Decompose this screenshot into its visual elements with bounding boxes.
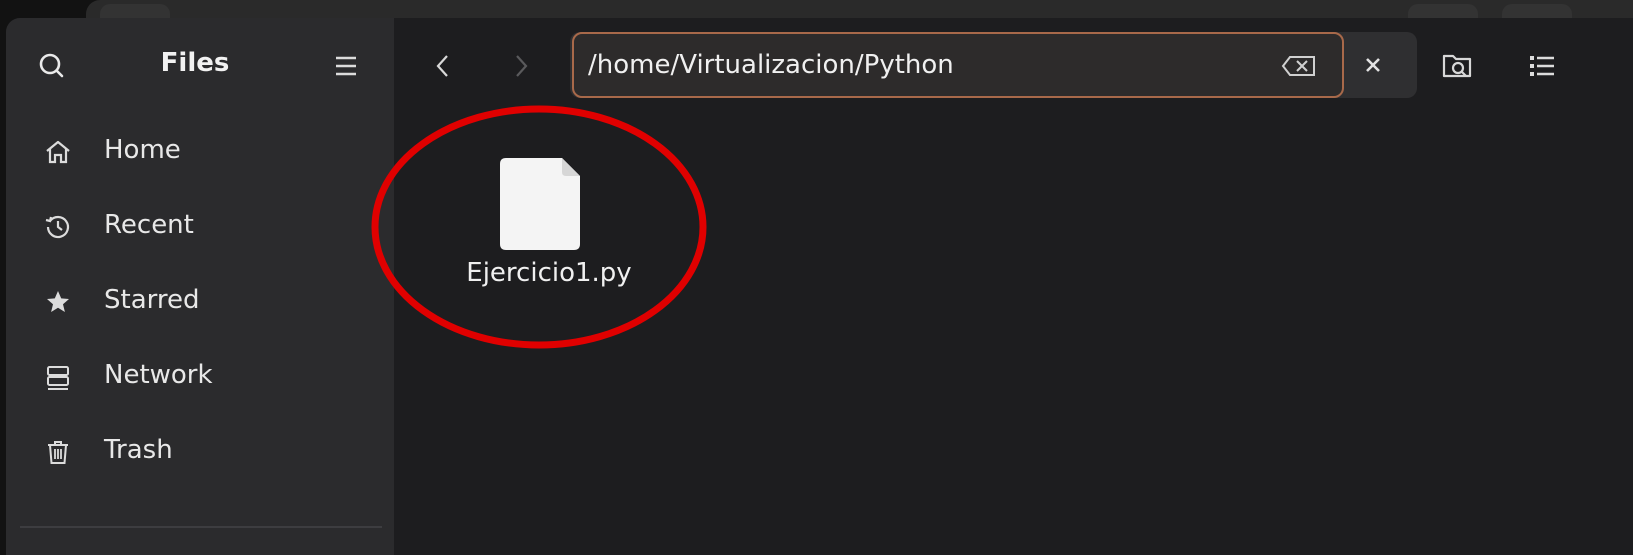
chevron-left-icon: [436, 55, 448, 77]
back-button[interactable]: [424, 44, 462, 88]
main-menu-button[interactable]: [324, 48, 368, 84]
sidebar-item-network[interactable]: Network: [20, 343, 382, 407]
star-icon: [44, 288, 72, 316]
list-view-icon: [1530, 56, 1554, 76]
location-bar: /home/Virtualizacion/Python: [570, 32, 1417, 98]
folder-search-icon: [1442, 54, 1472, 78]
sidebar-divider: [20, 526, 382, 528]
sidebar-header: Files: [6, 18, 394, 108]
view-options-button[interactable]: [1520, 46, 1564, 86]
clock-icon: [44, 213, 72, 241]
sidebar-item-label: Recent: [104, 210, 194, 240]
search-folder-button[interactable]: [1436, 44, 1480, 88]
backspace-icon: [1281, 56, 1315, 76]
hamburger-menu-icon: [336, 56, 356, 76]
sidebar-item-trash[interactable]: Trash: [20, 418, 382, 482]
network-icon: [44, 363, 72, 391]
forward-button[interactable]: [502, 44, 540, 88]
sidebar-item-recent[interactable]: Recent: [20, 193, 382, 257]
chevron-right-icon: [516, 55, 528, 77]
close-location-button[interactable]: [1348, 42, 1398, 88]
sidebar-item-label: Starred: [104, 285, 200, 315]
location-input-value: /home/Virtualizacion/Python: [588, 50, 954, 80]
search-button[interactable]: [30, 48, 74, 84]
clear-location-button[interactable]: [1280, 51, 1320, 81]
sidebar-item-label: Trash: [104, 435, 173, 465]
sidebar-item-label: Home: [104, 135, 181, 165]
trash-icon: [44, 438, 72, 466]
files-window: Files Home Recent Starred Network Trash …: [6, 18, 1633, 555]
sidebar: Files Home Recent Starred Network Trash: [6, 18, 394, 555]
search-icon: [39, 53, 64, 78]
close-icon: [1366, 58, 1380, 72]
home-icon: [44, 138, 72, 166]
sidebar-item-starred[interactable]: Starred: [20, 268, 382, 332]
sidebar-item-home[interactable]: Home: [20, 118, 382, 182]
location-input[interactable]: /home/Virtualizacion/Python: [572, 32, 1344, 98]
red-highlight-ellipse: [371, 105, 707, 349]
sidebar-item-label: Network: [104, 360, 213, 390]
